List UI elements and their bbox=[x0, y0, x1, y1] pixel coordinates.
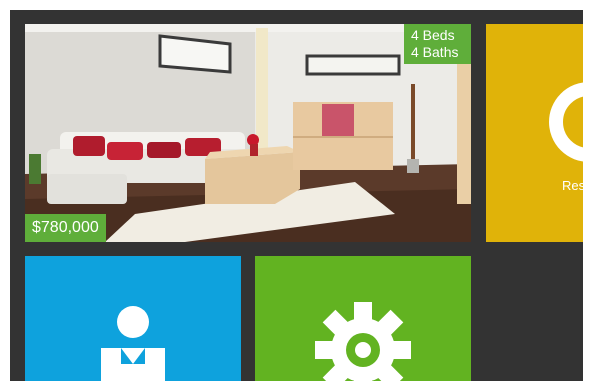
baths-text: 4 Baths bbox=[411, 44, 459, 60]
property-listing-tile[interactable]: 4 Beds 4 Baths $780,000 bbox=[25, 24, 471, 242]
yellow-app-tile[interactable]: Res bbox=[486, 24, 583, 242]
person-icon bbox=[101, 306, 165, 381]
green-app-tile[interactable] bbox=[255, 256, 471, 381]
yellow-tile-label: Res bbox=[562, 178, 583, 193]
beds-text: 4 Beds bbox=[411, 27, 455, 43]
gear-icon bbox=[315, 302, 411, 381]
blue-app-tile[interactable] bbox=[25, 256, 241, 381]
ring-icon bbox=[549, 82, 583, 162]
price-badge: $780,000 bbox=[25, 214, 106, 242]
start-screen: 4 Beds 4 Baths $780,000 Res bbox=[10, 10, 583, 381]
beds-baths-badge: 4 Beds 4 Baths bbox=[404, 24, 471, 64]
